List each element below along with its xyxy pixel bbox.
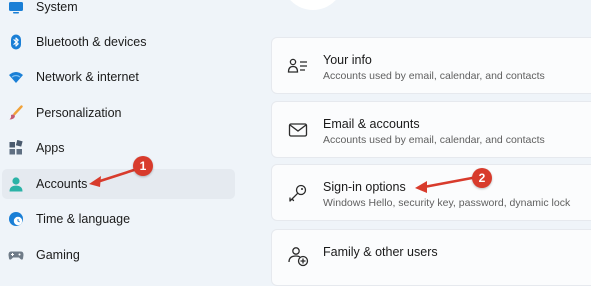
key-icon [287, 182, 309, 204]
system-icon [8, 0, 24, 15]
sidebar-item-label: Apps [36, 141, 65, 155]
sidebar-item-time-language[interactable]: Time & language [2, 204, 235, 234]
card-title: Family & other users [323, 245, 438, 259]
mail-icon [287, 119, 309, 141]
sidebar-item-system[interactable]: System [2, 0, 235, 22]
sidebar-item-gaming[interactable]: Gaming [2, 240, 235, 270]
sidebar-item-label: System [36, 0, 78, 14]
card-title: Your info [323, 53, 372, 67]
sidebar-item-label: Gaming [36, 248, 80, 262]
sidebar-item-label: Personalization [36, 106, 122, 120]
email-accounts-card[interactable]: Email & accounts Accounts used by email,… [271, 101, 591, 158]
sidebar-item-label: Accounts [36, 177, 88, 191]
avatar [282, 0, 344, 10]
wifi-icon [8, 69, 24, 85]
contact-card-icon [287, 55, 309, 77]
sidebar-item-apps[interactable]: Apps [2, 133, 235, 163]
family-other-users-card[interactable]: Family & other users [271, 229, 591, 286]
globe-clock-icon [8, 211, 24, 227]
settings-sidebar: System Bluetooth & devices Network & int… [0, 0, 240, 264]
apps-icon [8, 140, 24, 156]
your-info-card[interactable]: Your info Accounts used by email, calend… [271, 37, 591, 94]
card-subtitle: Windows Hello, security key, password, d… [323, 197, 571, 209]
step-badge-1: 1 [133, 156, 153, 176]
sidebar-item-personalization[interactable]: Personalization [2, 98, 235, 128]
bluetooth-icon [8, 34, 24, 50]
step-badge-2: 2 [472, 168, 492, 188]
sidebar-item-bluetooth[interactable]: Bluetooth & devices [2, 27, 235, 57]
sidebar-item-network[interactable]: Network & internet [2, 62, 235, 92]
card-title: Email & accounts [323, 117, 420, 131]
sidebar-item-label: Time & language [36, 212, 131, 226]
sidebar-item-label: Network & internet [36, 70, 139, 84]
paintbrush-icon [8, 105, 24, 121]
person-icon [8, 176, 24, 192]
card-subtitle: Accounts used by email, calendar, and co… [323, 70, 545, 82]
gamepad-icon [8, 247, 24, 263]
sidebar-item-label: Bluetooth & devices [36, 35, 147, 49]
card-subtitle: Accounts used by email, calendar, and co… [323, 134, 545, 146]
sign-in-options-card[interactable]: Sign-in options Windows Hello, security … [271, 164, 591, 221]
card-title: Sign-in options [323, 180, 406, 194]
sidebar-item-accounts[interactable]: Accounts [2, 169, 235, 199]
